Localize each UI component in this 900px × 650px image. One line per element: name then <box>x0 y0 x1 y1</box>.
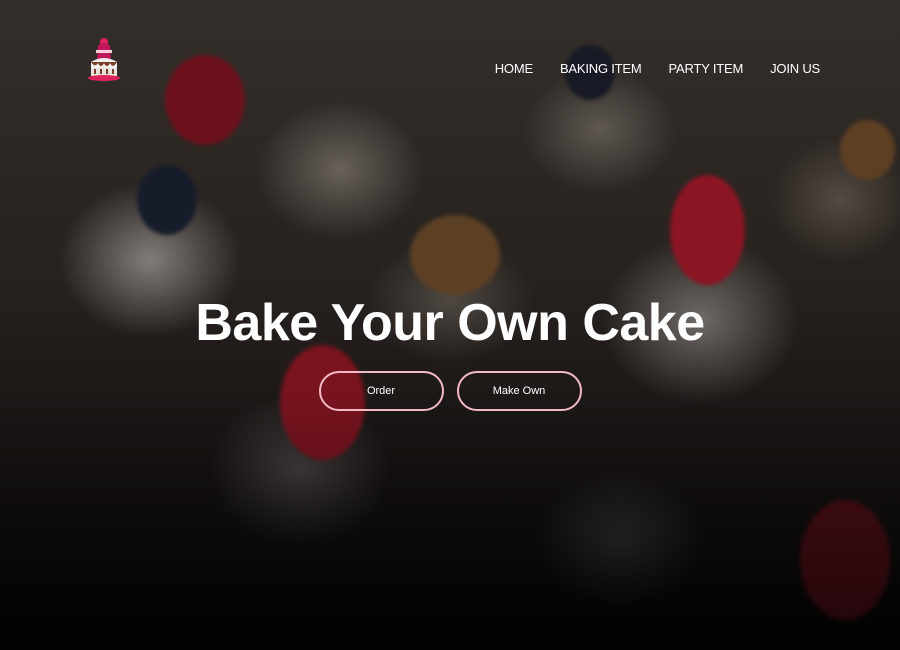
logo[interactable] <box>86 36 122 82</box>
blueberry-decoration <box>137 165 197 235</box>
raspberry-decoration <box>670 175 745 285</box>
hero-buttons: Order Make Own <box>0 371 900 411</box>
nav-menu: HOME BAKING ITEM PARTY ITEM JOIN US <box>495 61 820 76</box>
nav-item-join-us[interactable]: JOIN US <box>770 61 820 76</box>
hero-title: Bake Your Own Cake <box>195 294 705 352</box>
hero-content: Bake Your Own Cake Order Make Own <box>0 290 900 411</box>
hero-section: HOME BAKING ITEM PARTY ITEM JOIN US Bake… <box>0 0 900 650</box>
nav-item-party-item[interactable]: PARTY ITEM <box>669 61 744 76</box>
strawberry-decoration <box>800 500 890 620</box>
navbar: HOME BAKING ITEM PARTY ITEM JOIN US <box>0 0 900 130</box>
cake-icon <box>88 38 120 81</box>
nav-item-baking-item[interactable]: BAKING ITEM <box>560 61 642 76</box>
make-own-button[interactable]: Make Own <box>456 371 582 411</box>
walnut-decoration <box>410 215 500 295</box>
nav-item-home[interactable]: HOME <box>495 61 533 76</box>
order-button[interactable]: Order <box>318 371 444 411</box>
